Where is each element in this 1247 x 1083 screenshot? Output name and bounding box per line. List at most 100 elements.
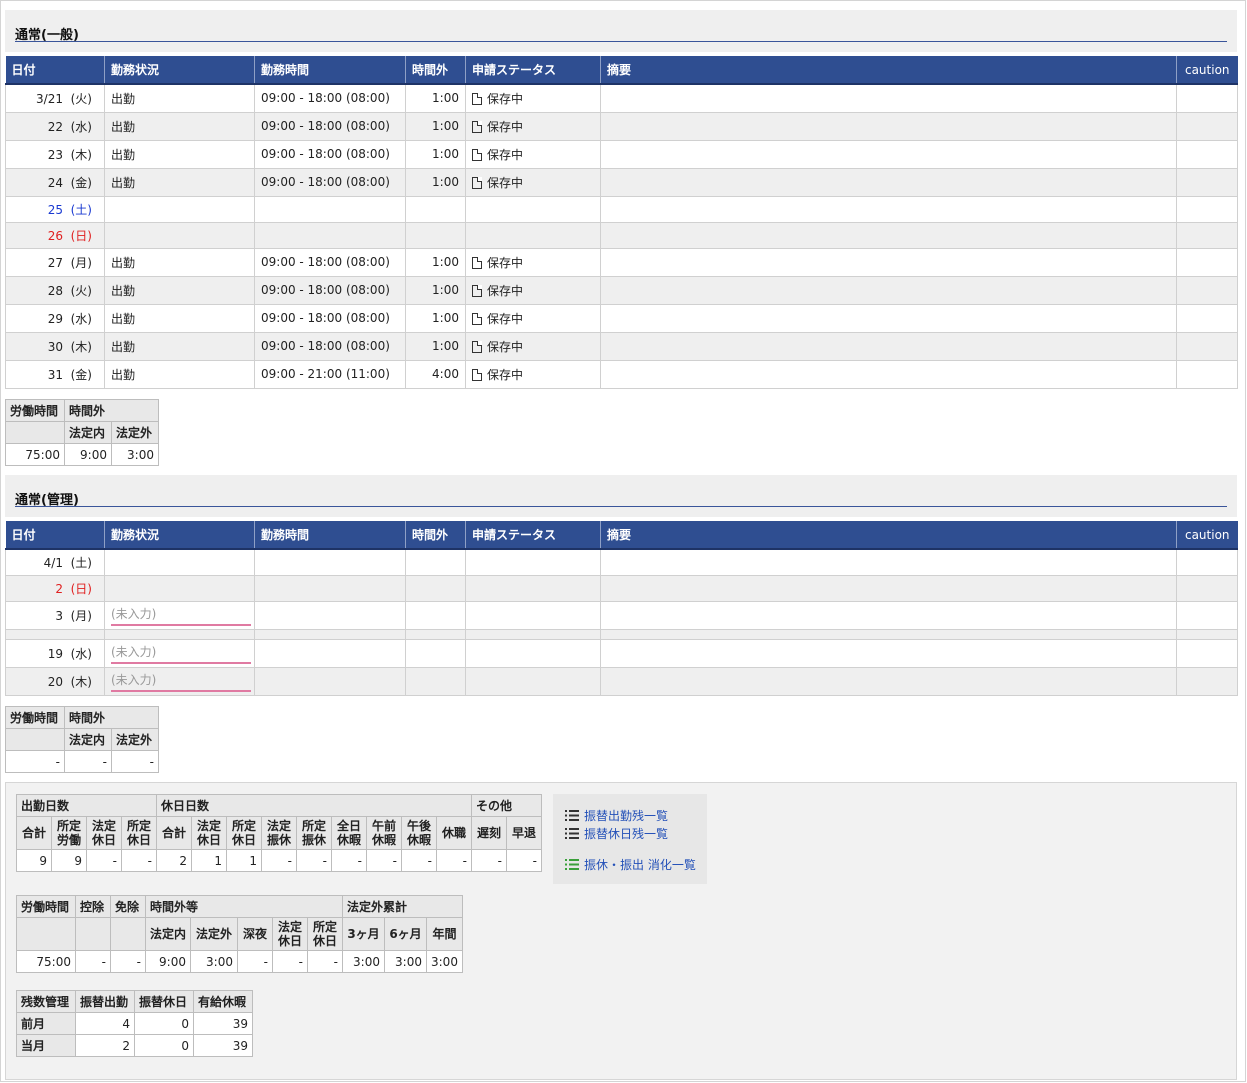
status-cell[interactable]: 出勤 xyxy=(104,112,255,141)
table-row[interactable]: 3/21 (火) 出勤 09:00 - 18:00 (08:00) 1:00 保… xyxy=(5,84,1238,113)
summary-value: 9:00 xyxy=(145,950,191,973)
table-row[interactable]: 22 (水) 出勤 09:00 - 18:00 (08:00) 1:00 保存中 xyxy=(5,112,1238,141)
status-cell[interactable]: 出勤 xyxy=(104,360,255,389)
table-row[interactable]: 27 (月) 出勤 09:00 - 18:00 (08:00) 1:00 保存中 xyxy=(5,248,1238,277)
transfer-holiday-list-link[interactable]: 振替休日残一覧 xyxy=(565,825,668,842)
status-cell[interactable]: (未入力) xyxy=(104,601,255,630)
table-row[interactable]: 31 (金) 出勤 09:00 - 21:00 (11:00) 4:00 保存中 xyxy=(5,360,1238,389)
apply-status-cell[interactable]: 保存中 xyxy=(465,360,601,389)
hours-cell[interactable] xyxy=(254,196,406,223)
hours-cell[interactable]: 09:00 - 18:00 (08:00) xyxy=(254,140,406,169)
table-row[interactable]: 28 (火) 出勤 09:00 - 18:00 (08:00) 1:00 保存中 xyxy=(5,276,1238,305)
column-header: 早退 xyxy=(506,816,542,850)
summary-cell xyxy=(600,84,1177,113)
summary-value: 1 xyxy=(191,849,227,872)
hours-cell[interactable] xyxy=(254,639,406,668)
hours-cell[interactable]: 09:00 - 18:00 (08:00) xyxy=(254,304,406,333)
column-header: 所定 休日 xyxy=(121,816,157,850)
table-row[interactable]: 4/1 (土) xyxy=(5,549,1238,576)
summary-value: - xyxy=(366,849,402,872)
status-cell[interactable] xyxy=(104,549,255,576)
status-cell[interactable]: 出勤 xyxy=(104,84,255,113)
overtime-cell xyxy=(405,549,466,576)
days-values-row: 99--211-------- xyxy=(16,849,542,872)
document-icon xyxy=(472,148,482,161)
overtime-cell xyxy=(405,575,466,602)
caution-cell xyxy=(1176,360,1238,389)
table-row[interactable]: 20 (木) (未入力) xyxy=(5,667,1238,696)
current-month-label: 当月 xyxy=(16,1034,76,1057)
status-unentered-field[interactable]: (未入力) xyxy=(111,643,251,664)
status-unentered-field[interactable]: (未入力) xyxy=(111,671,251,692)
overtime-cell: 1:00 xyxy=(405,140,466,169)
apply-status-cell[interactable]: 保存中 xyxy=(465,332,601,361)
apply-status-cell[interactable]: 保存中 xyxy=(465,112,601,141)
hours-cell[interactable]: 09:00 - 18:00 (08:00) xyxy=(254,276,406,305)
hours-cell[interactable]: 09:00 - 18:00 (08:00) xyxy=(254,248,406,277)
apply-status-cell[interactable]: 保存中 xyxy=(465,168,601,197)
section-header-management: 通常(管理) xyxy=(5,475,1237,517)
status-cell[interactable]: (未入力) xyxy=(104,667,255,696)
status-cell[interactable] xyxy=(104,575,255,602)
table-row: 前月 4 0 39 xyxy=(16,1012,253,1035)
date-cell: 25 (土) xyxy=(5,196,105,223)
hours-values-row: 75:00- -9:00 3:00- - -3:00 3:00 3:00 xyxy=(16,950,463,973)
caution-cell xyxy=(1176,112,1238,141)
col-caution: caution xyxy=(1176,521,1238,550)
hours-cell[interactable]: 09:00 - 21:00 (11:00) xyxy=(254,360,406,389)
legal-out-header: 法定外 xyxy=(111,728,159,751)
status-cell[interactable] xyxy=(104,222,255,249)
col-summary: 摘要 xyxy=(600,56,1177,85)
hours-cell[interactable] xyxy=(254,222,406,249)
table-row[interactable]: 25 (土) xyxy=(5,196,1238,223)
document-icon xyxy=(472,256,482,269)
caution-cell xyxy=(1176,667,1238,696)
caution-cell xyxy=(1176,549,1238,576)
table-row[interactable]: 3 (月) (未入力) xyxy=(5,601,1238,630)
status-cell[interactable]: 出勤 xyxy=(104,332,255,361)
status-cell[interactable]: 出勤 xyxy=(104,140,255,169)
status-cell[interactable]: 出勤 xyxy=(104,304,255,333)
status-cell[interactable] xyxy=(104,196,255,223)
table-row[interactable]: 26 (日) xyxy=(5,222,1238,249)
overtime-cell: 1:00 xyxy=(405,84,466,113)
overtime-cell xyxy=(405,196,466,223)
consumption-list-link[interactable]: 振休・振出 消化一覧 xyxy=(565,856,696,873)
hours-cell[interactable] xyxy=(254,667,406,696)
column-header: 合計 xyxy=(16,816,52,850)
hours-cell[interactable] xyxy=(254,601,406,630)
apply-status-cell[interactable]: 保存中 xyxy=(465,248,601,277)
hours-cell[interactable] xyxy=(254,575,406,602)
hours-cell[interactable]: 09:00 - 18:00 (08:00) xyxy=(254,112,406,141)
date-cell: 23 (木) xyxy=(5,140,105,169)
hours-cell[interactable] xyxy=(254,549,406,576)
table-row[interactable]: 23 (木) 出勤 09:00 - 18:00 (08:00) 1:00 保存中 xyxy=(5,140,1238,169)
col-apply-status: 申請ステータス xyxy=(465,521,601,550)
deduct-header: 控除 xyxy=(75,895,111,918)
table-row[interactable]: 29 (水) 出勤 09:00 - 18:00 (08:00) 1:00 保存中 xyxy=(5,304,1238,333)
hours-cell[interactable]: 09:00 - 18:00 (08:00) xyxy=(254,84,406,113)
work-days-header: 出勤日数 xyxy=(16,794,157,817)
summary-value: - xyxy=(261,849,297,872)
table-row[interactable]: 2 (日) xyxy=(5,575,1238,602)
paid-leave-header: 有給休暇 xyxy=(193,990,253,1013)
status-cell[interactable]: 出勤 xyxy=(104,248,255,277)
apply-status-cell[interactable]: 保存中 xyxy=(465,140,601,169)
apply-status-cell[interactable]: 保存中 xyxy=(465,276,601,305)
summary-value: - xyxy=(110,950,146,973)
hours-cell[interactable]: 09:00 - 18:00 (08:00) xyxy=(254,332,406,361)
table-row[interactable]: 30 (木) 出勤 09:00 - 18:00 (08:00) 1:00 保存中 xyxy=(5,332,1238,361)
status-unentered-field[interactable]: (未入力) xyxy=(111,605,251,626)
overtime-cell xyxy=(405,601,466,630)
status-cell[interactable]: 出勤 xyxy=(104,168,255,197)
status-cell[interactable]: 出勤 xyxy=(104,276,255,305)
apply-status-cell xyxy=(465,667,601,696)
date-cell: 19 (水) xyxy=(5,639,105,668)
hours-cell[interactable]: 09:00 - 18:00 (08:00) xyxy=(254,168,406,197)
transfer-work-list-link[interactable]: 振替出勤残一覧 xyxy=(565,807,668,824)
status-cell[interactable]: (未入力) xyxy=(104,639,255,668)
apply-status-cell[interactable]: 保存中 xyxy=(465,304,601,333)
table-row[interactable]: 24 (金) 出勤 09:00 - 18:00 (08:00) 1:00 保存中 xyxy=(5,168,1238,197)
apply-status-cell[interactable]: 保存中 xyxy=(465,84,601,113)
table-row[interactable]: 19 (水) (未入力) xyxy=(5,639,1238,668)
